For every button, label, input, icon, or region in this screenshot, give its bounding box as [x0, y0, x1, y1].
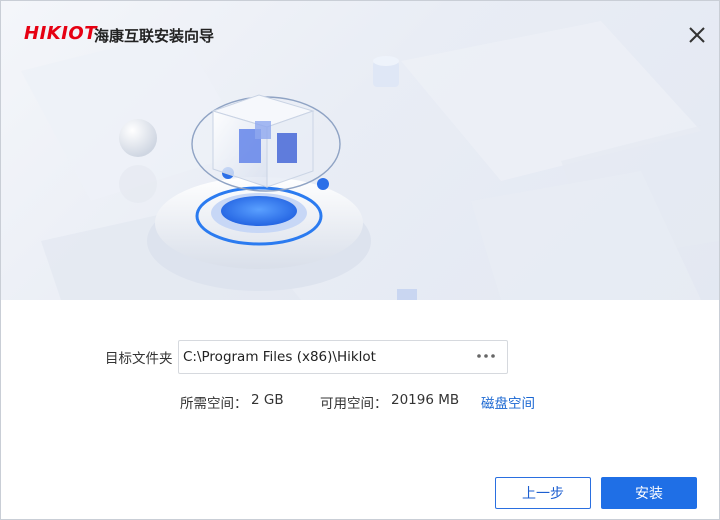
title-bar: HIKIOT 海康互联安装向导: [1, 1, 719, 67]
close-icon: [689, 27, 705, 43]
available-space-label: 可用空间：: [320, 396, 388, 412]
target-folder-field[interactable]: C:\Program Files (x86)\Hiklot: [178, 340, 508, 374]
disk-space-link[interactable]: 磁盘空间: [481, 392, 535, 412]
required-space-value: 2 GB: [251, 392, 284, 408]
more-dots-icon: [477, 354, 495, 358]
available-space-value: 20196 MB: [391, 392, 460, 408]
installer-window: HIKIOT 海康互联安装向导 目标文件夹 C:\Program Files (…: [0, 0, 720, 520]
install-button[interactable]: 安装: [601, 477, 697, 509]
target-folder-value[interactable]: C:\Program Files (x86)\Hiklot: [183, 349, 376, 365]
previous-button[interactable]: 上一步: [495, 477, 591, 509]
target-folder-label: 目标文件夹: [105, 351, 173, 367]
window-title: 海康互联安装向导: [94, 27, 215, 45]
hikiot-logo: HIKIOT: [24, 23, 97, 44]
close-button[interactable]: [683, 21, 711, 49]
browse-folder-button[interactable]: [475, 347, 497, 367]
banner-illustration: HIKIOT 海康互联安装向导: [1, 1, 719, 300]
required-space-label: 所需空间：: [180, 396, 248, 412]
